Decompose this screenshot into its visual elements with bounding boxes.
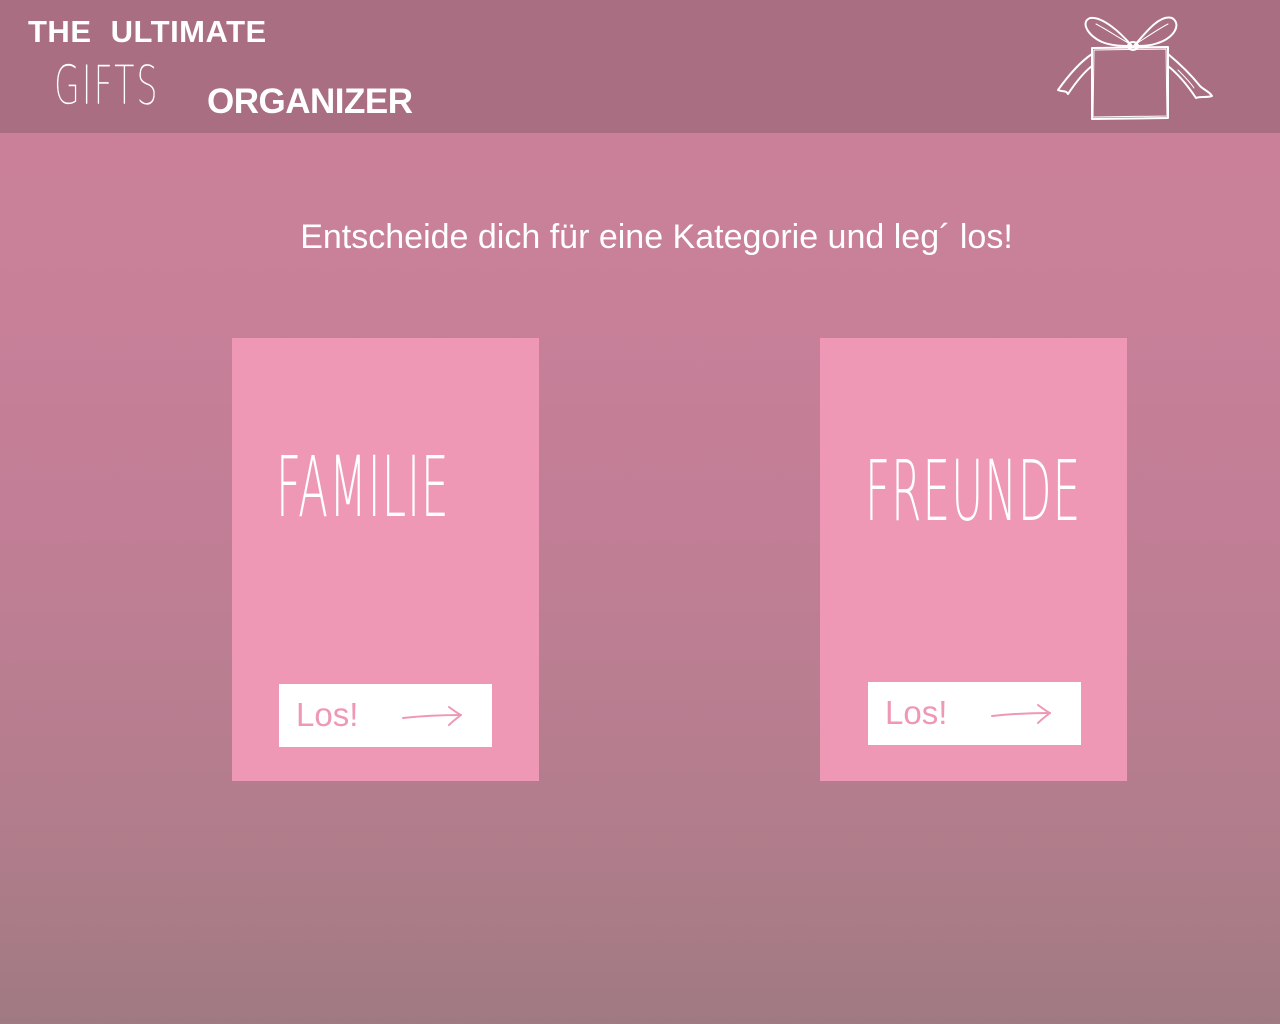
app-title-gifts: GIFTS <box>54 54 160 118</box>
category-card-familie[interactable]: FAMILIE Los! <box>232 338 539 781</box>
gift-box-icon <box>1057 16 1213 120</box>
los-button-label: Los! <box>885 694 948 731</box>
app-header: THE ULTIMATE GIFTS ORGANIZER <box>0 0 1280 133</box>
arrow-right-icon <box>402 706 462 726</box>
category-title-freunde: FREUNDE <box>865 442 1082 540</box>
los-button-familie[interactable]: Los! <box>279 684 492 747</box>
category-title-familie: FAMILIE <box>276 438 450 536</box>
los-button-freunde[interactable]: Los! <box>868 682 1081 745</box>
arrow-right-icon <box>991 704 1051 724</box>
category-prompt: Entscheide dich für eine Kategorie und l… <box>300 218 1013 256</box>
category-card-freunde[interactable]: FREUNDE Los! <box>820 338 1127 781</box>
los-button-label: Los! <box>296 696 359 733</box>
app-title-organizer: ORGANIZER <box>207 82 413 121</box>
app-title-line1: THE ULTIMATE <box>28 14 267 49</box>
